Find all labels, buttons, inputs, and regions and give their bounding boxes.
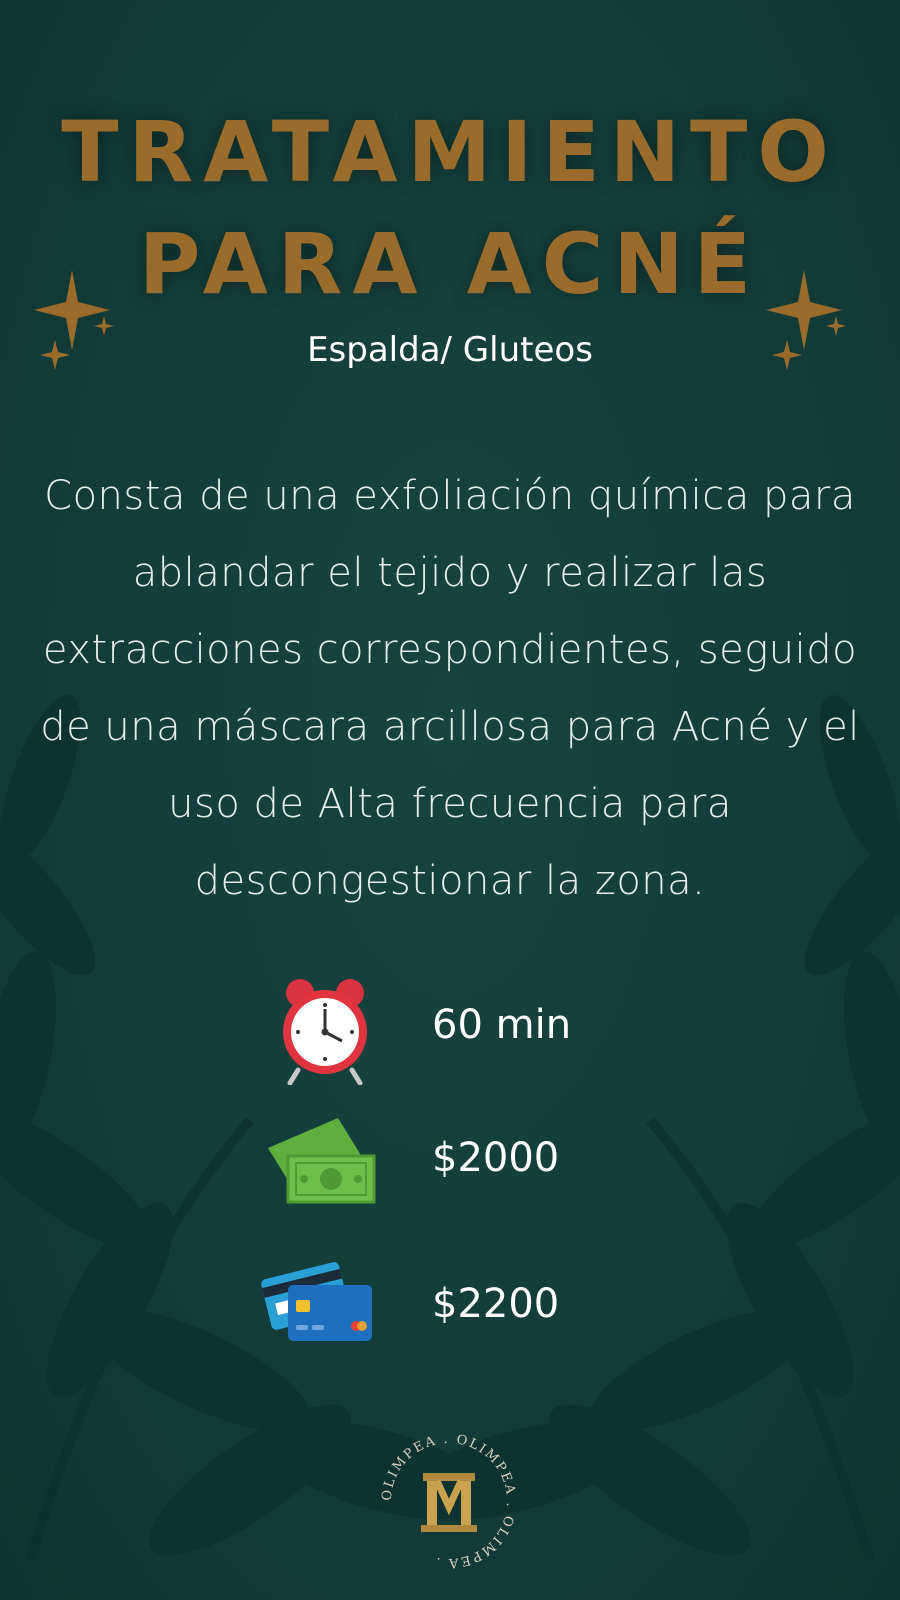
card-price-row: $2200 xyxy=(260,1250,680,1360)
title-line-1: TRATAMIENTO xyxy=(61,103,839,201)
alarm-clock-icon xyxy=(283,979,367,1085)
duration-row: 60 min xyxy=(260,975,680,1085)
olimpea-logo: OLIMPEA . OLIMPEA . OLIMPEA . xyxy=(380,1432,516,1570)
treatment-card: TRATAMIENTO PARA ACNÉ Espalda/ Gluteos C… xyxy=(0,0,900,1600)
card-price-text: $2200 xyxy=(432,1281,560,1327)
cash-price-text: $2000 xyxy=(432,1135,560,1181)
cash-price-row: $2000 xyxy=(260,1108,680,1218)
description: Consta de una exfoliación química para a… xyxy=(40,473,860,904)
duration-text: 60 min xyxy=(432,1002,572,1048)
credit-cards-icon xyxy=(261,1262,372,1341)
subtitle: Espalda/ Gluteos xyxy=(307,330,593,370)
cash-icon xyxy=(268,1118,376,1204)
